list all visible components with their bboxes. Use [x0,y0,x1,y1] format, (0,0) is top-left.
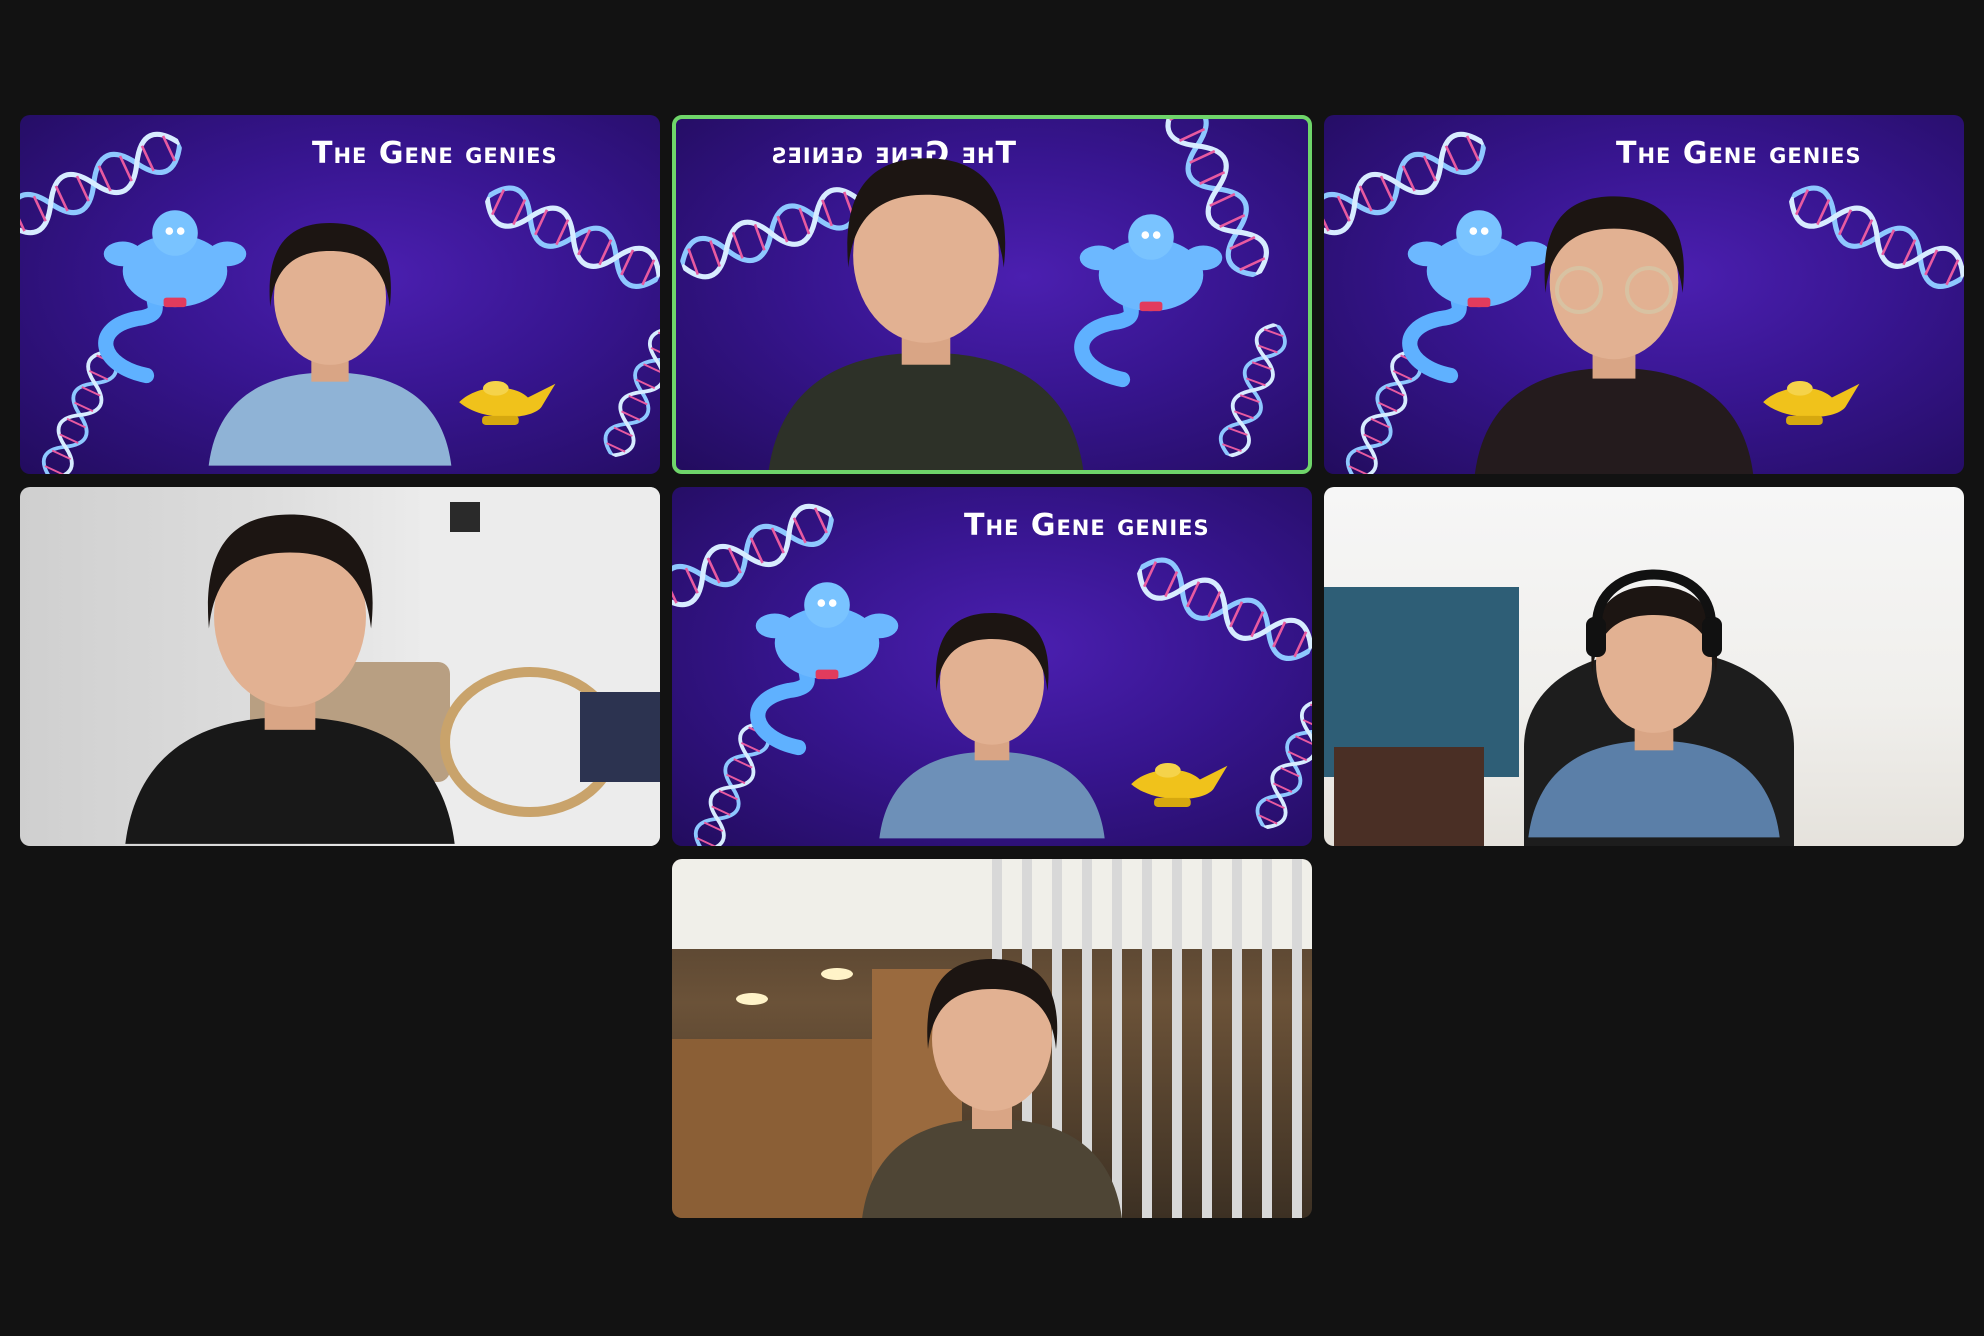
genie-icon [1080,214,1223,379]
participant-video-7 [672,859,1312,1218]
genie-icon [104,210,247,375]
background-title: The Gene genies [1616,136,1862,171]
participant-tile-7[interactable] [672,859,1312,1218]
participant-tile-6[interactable] [1324,487,1964,846]
participant-video-6 [1324,569,1794,846]
background-title: The Gene genies [312,136,558,171]
lamp-icon [1131,763,1228,807]
participant-video-3: The Gene genies [1324,115,1964,474]
participant-tile-5[interactable]: The Gene genies [672,487,1312,846]
background-title: The Gene genies [964,508,1210,543]
participant-video-1: The Gene genies [20,115,660,474]
participant-tile-4[interactable] [20,487,660,846]
lamp-icon [1763,381,1860,425]
participant-tile-3[interactable]: The Gene genies [1324,115,1964,474]
participant-video-5: The Gene genies [672,487,1312,846]
lamp-icon [459,381,556,425]
participant-video-2: The Gene genies [676,119,1293,470]
genie-icon [1408,210,1551,375]
genie-icon [756,582,899,747]
participant-tile-1[interactable]: The Gene genies [20,115,660,474]
participant-tile-2-active-speaker[interactable]: The Gene genies [672,115,1312,474]
participant-video-4 [125,487,660,846]
video-gallery: The Gene genies The Gene genies The Gene… [0,0,1984,1336]
